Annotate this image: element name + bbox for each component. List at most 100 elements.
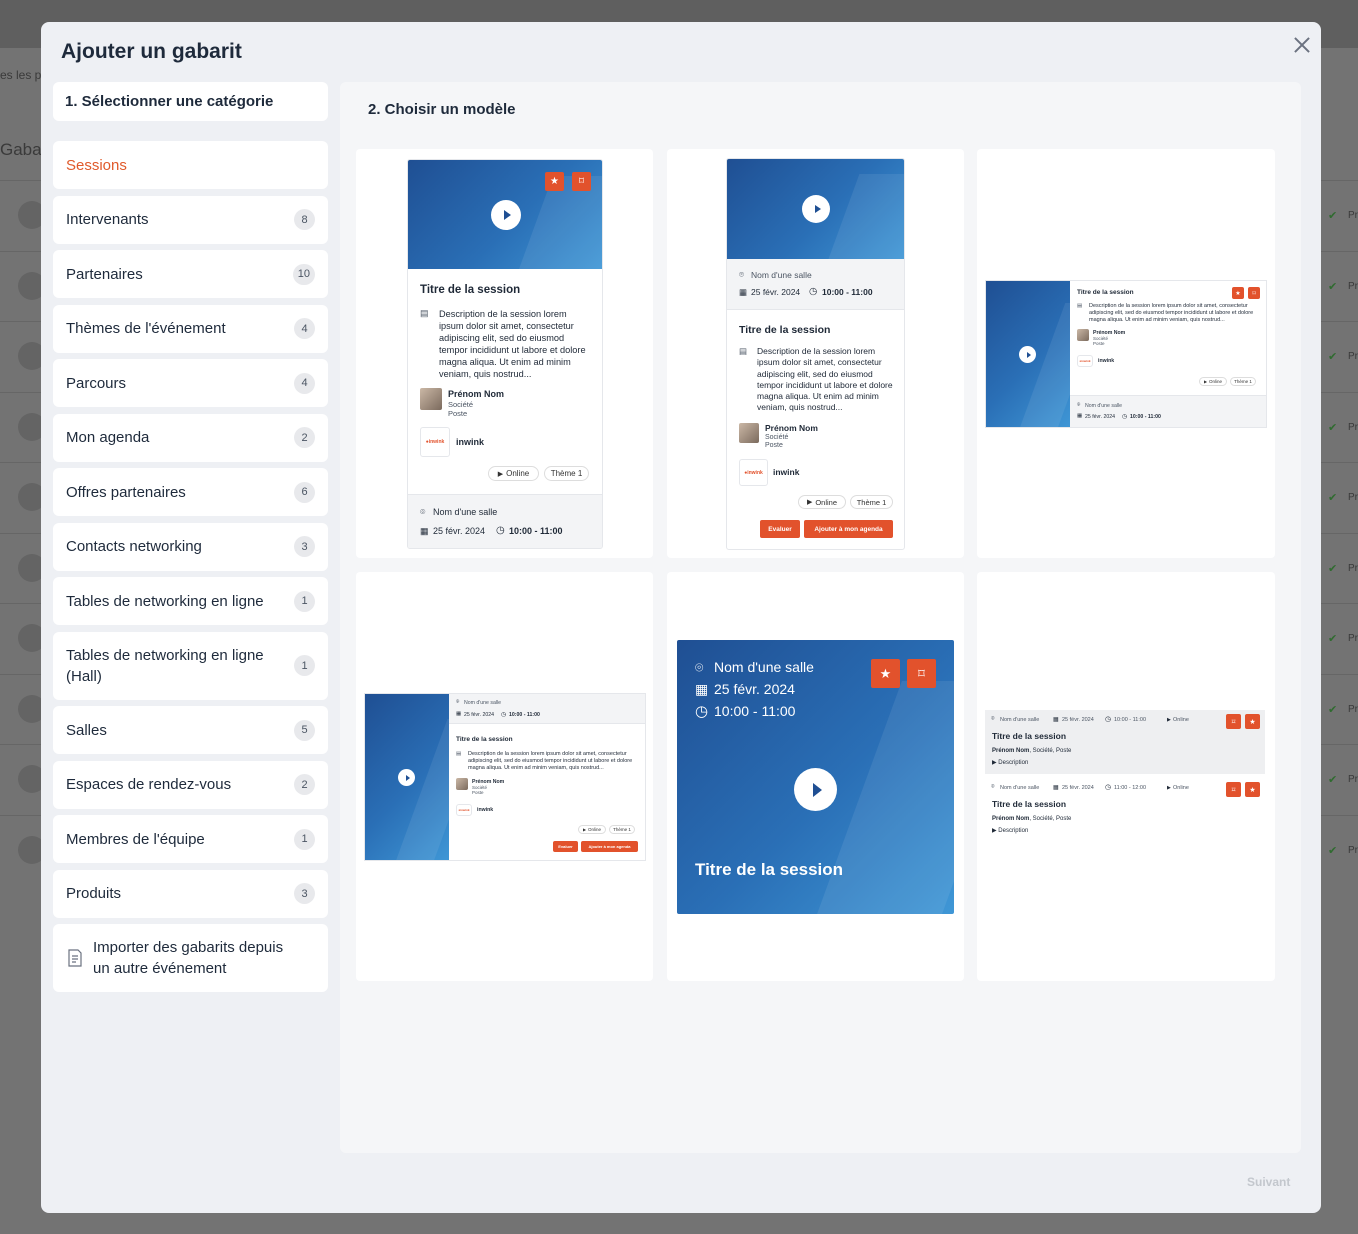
template-tile-6[interactable]: ⌾ Nom d'une salle ▦ 25 févr. 2024 ◷ 10:0…: [977, 572, 1275, 981]
category-item-contacts-networking[interactable]: Contacts networking 3: [53, 522, 328, 571]
check-icon: ✔: [1328, 421, 1338, 434]
calendar-icon: ▦: [695, 681, 709, 697]
category-label: Thèmes de l'événement: [66, 320, 226, 337]
rate-button: Evaluer: [760, 520, 800, 538]
check-icon: ✔: [1328, 562, 1338, 575]
clock-icon: ◷: [695, 703, 709, 720]
description-icon: ▤: [420, 308, 429, 318]
background-row-text: Pr: [1348, 774, 1358, 785]
category-item-intervenants[interactable]: Intervenants 8: [53, 195, 328, 244]
theme-badge: Thème 1: [544, 466, 589, 481]
session-date: 25 févr. 2024: [433, 526, 486, 536]
session-banner: [986, 281, 1070, 427]
step2-panel: 2. Choisir un modèle ★ ⌑ Titre de la ses…: [340, 82, 1301, 1153]
category-item-tables-networking[interactable]: Tables de networking en ligne 1: [53, 577, 328, 625]
description-toggle: ▶ Description: [992, 827, 1028, 834]
category-label: Partenaires: [66, 265, 143, 283]
star-icon: ★: [1245, 782, 1260, 797]
background-row-text: Pr: [1348, 210, 1358, 221]
star-icon: ★: [1232, 287, 1244, 299]
room-name: Nom d'une salle: [464, 700, 502, 706]
check-icon: ✔: [1328, 844, 1338, 857]
add-template-modal: Ajouter un gabarit 1. Sélectionner une c…: [41, 22, 1321, 1213]
session-info-footer: ⌾ Nom d'une salle ▦ 25 févr. 2024 ◷ 10:0…: [408, 494, 602, 548]
format-label: Online: [588, 827, 602, 832]
category-item-parcours[interactable]: Parcours 4: [53, 359, 328, 407]
category-count-badge: 1: [294, 590, 315, 612]
description-icon: ▤: [1077, 303, 1083, 309]
description-icon: ▤: [456, 751, 462, 757]
add-to-agenda-button: Ajouter à mon agenda: [804, 520, 893, 538]
category-item-partenaires[interactable]: Partenaires 10: [53, 250, 328, 298]
category-item-tables-networking-hall[interactable]: Tables de networking en ligne (Hall) 1: [53, 631, 328, 700]
template-preview: ⌾ Nom d'une salle ▦ 25 févr. 2024 ◷ 10:0…: [726, 158, 905, 550]
calendar-icon: ▦: [739, 287, 748, 297]
speaker-name: Prénom Nom: [765, 423, 818, 433]
import-templates-button[interactable]: Importer des gabarits depuis un autre év…: [53, 924, 328, 992]
template-tile-2[interactable]: ⌾ Nom d'une salle ▦ 25 févr. 2024 ◷ 10:0…: [667, 149, 964, 558]
theme-badge: Thème 1: [609, 825, 635, 834]
format-badge: ▶ Online: [798, 495, 846, 509]
play-small-icon: ▶: [1167, 785, 1171, 791]
format-label: Online: [1173, 717, 1189, 723]
session-date: 25 févr. 2024: [464, 712, 494, 718]
category-count-badge: 1: [294, 655, 315, 676]
template-tile-5[interactable]: ⌾ Nom d'une salle ▦ 25 févr. 2024 ◷ 10:0…: [667, 572, 964, 981]
category-item-mon-agenda[interactable]: Mon agenda 2: [53, 413, 328, 462]
room-name: Nom d'une salle: [751, 270, 812, 280]
background-breadcrumb: es les p: [0, 68, 42, 82]
session-date: 25 févr. 2024: [1085, 414, 1115, 420]
step1-header: 1. Sélectionner une catégorie: [53, 82, 328, 121]
room-name: Nom d'une salle: [1000, 785, 1040, 791]
close-icon[interactable]: [1291, 34, 1313, 56]
next-button[interactable]: Suivant: [1247, 1175, 1290, 1189]
session-time: 10:00 - 11:00: [714, 703, 796, 719]
session-title: Titre de la session: [695, 860, 844, 879]
room-name: Nom d'une salle: [433, 507, 498, 517]
template-tile-3[interactable]: Titre de la session ★ ⌑ ▤ Description de…: [977, 149, 1275, 558]
category-item-espaces-rendez-vous[interactable]: Espaces de rendez-vous 2: [53, 760, 328, 809]
location-icon: ⌾: [456, 699, 460, 705]
session-info-footer: ⌾ Nom d'une salle ▦ 25 févr. 2024 ◷ 10:0…: [1070, 395, 1266, 427]
clock-icon: ◷: [1105, 784, 1112, 791]
calendar-icon: ▦: [456, 711, 462, 717]
category-count-badge: 5: [294, 719, 315, 741]
category-count-badge: 3: [294, 883, 315, 904]
category-item-themes[interactable]: Thèmes de l'événement 4: [53, 304, 328, 353]
background-row-text: Pr: [1348, 703, 1358, 715]
category-label: Produits: [66, 885, 122, 902]
session-date: 25 févr. 2024: [1062, 785, 1094, 791]
speaker-name: Prénom Nom: [448, 389, 505, 399]
speaker-avatar: [1077, 329, 1089, 341]
description-toggle: ▶ Description: [992, 759, 1028, 766]
category-item-offres-partenaires[interactable]: Offres partenaires 6: [53, 468, 328, 516]
bookmark-icon: ⌑: [1248, 287, 1260, 299]
template-tile-4[interactable]: ⌾ Nom d'une salle ▦ 25 févr. 2024 ◷ 10:0…: [356, 572, 653, 981]
speaker-avatar: [456, 778, 468, 790]
partner-logo: ●inwink: [420, 427, 450, 457]
category-item-sessions[interactable]: Sessions: [53, 141, 328, 189]
session-banner: ★ ⌑: [408, 160, 602, 269]
category-item-produits[interactable]: Produits 3: [53, 869, 328, 918]
category-label: Membres de l'équipe: [66, 830, 205, 848]
session-description: Description de la session lorem ipsum do…: [468, 751, 633, 771]
theme-badge: Thème 1: [850, 495, 893, 509]
session-info-header: ⌾ Nom d'une salle ▦ 25 févr. 2024 ◷ 10:0…: [727, 259, 904, 310]
template-preview: Titre de la session ★ ⌑ ▤ Description de…: [985, 280, 1267, 428]
check-icon: ✔: [1328, 703, 1338, 716]
category-item-salles[interactable]: Salles 5: [53, 706, 328, 754]
category-item-membres-equipe[interactable]: Membres de l'équipe 1: [53, 815, 328, 863]
play-icon: [794, 768, 837, 811]
session-description: Description de la session lorem ipsum do…: [1089, 303, 1254, 323]
partner-name: inwink: [477, 807, 494, 813]
session-description: Description de la session lorem ipsum do…: [439, 309, 586, 379]
template-tile-1[interactable]: ★ ⌑ Titre de la session ▤ Description de…: [356, 149, 653, 558]
check-icon: ✔: [1328, 774, 1338, 786]
session-time: 10:00 - 11:00: [509, 526, 563, 536]
category-list: Sessions Intervenants 8 Partenaires 10 T…: [53, 141, 328, 999]
speaker-line: Prénom Nom, Société, Poste: [992, 748, 1071, 754]
check-icon: ✔: [1328, 351, 1338, 363]
speaker-position: Poste: [472, 790, 484, 795]
bookmark-icon: ⌑: [907, 659, 936, 688]
session-title: Titre de la session: [420, 284, 521, 296]
